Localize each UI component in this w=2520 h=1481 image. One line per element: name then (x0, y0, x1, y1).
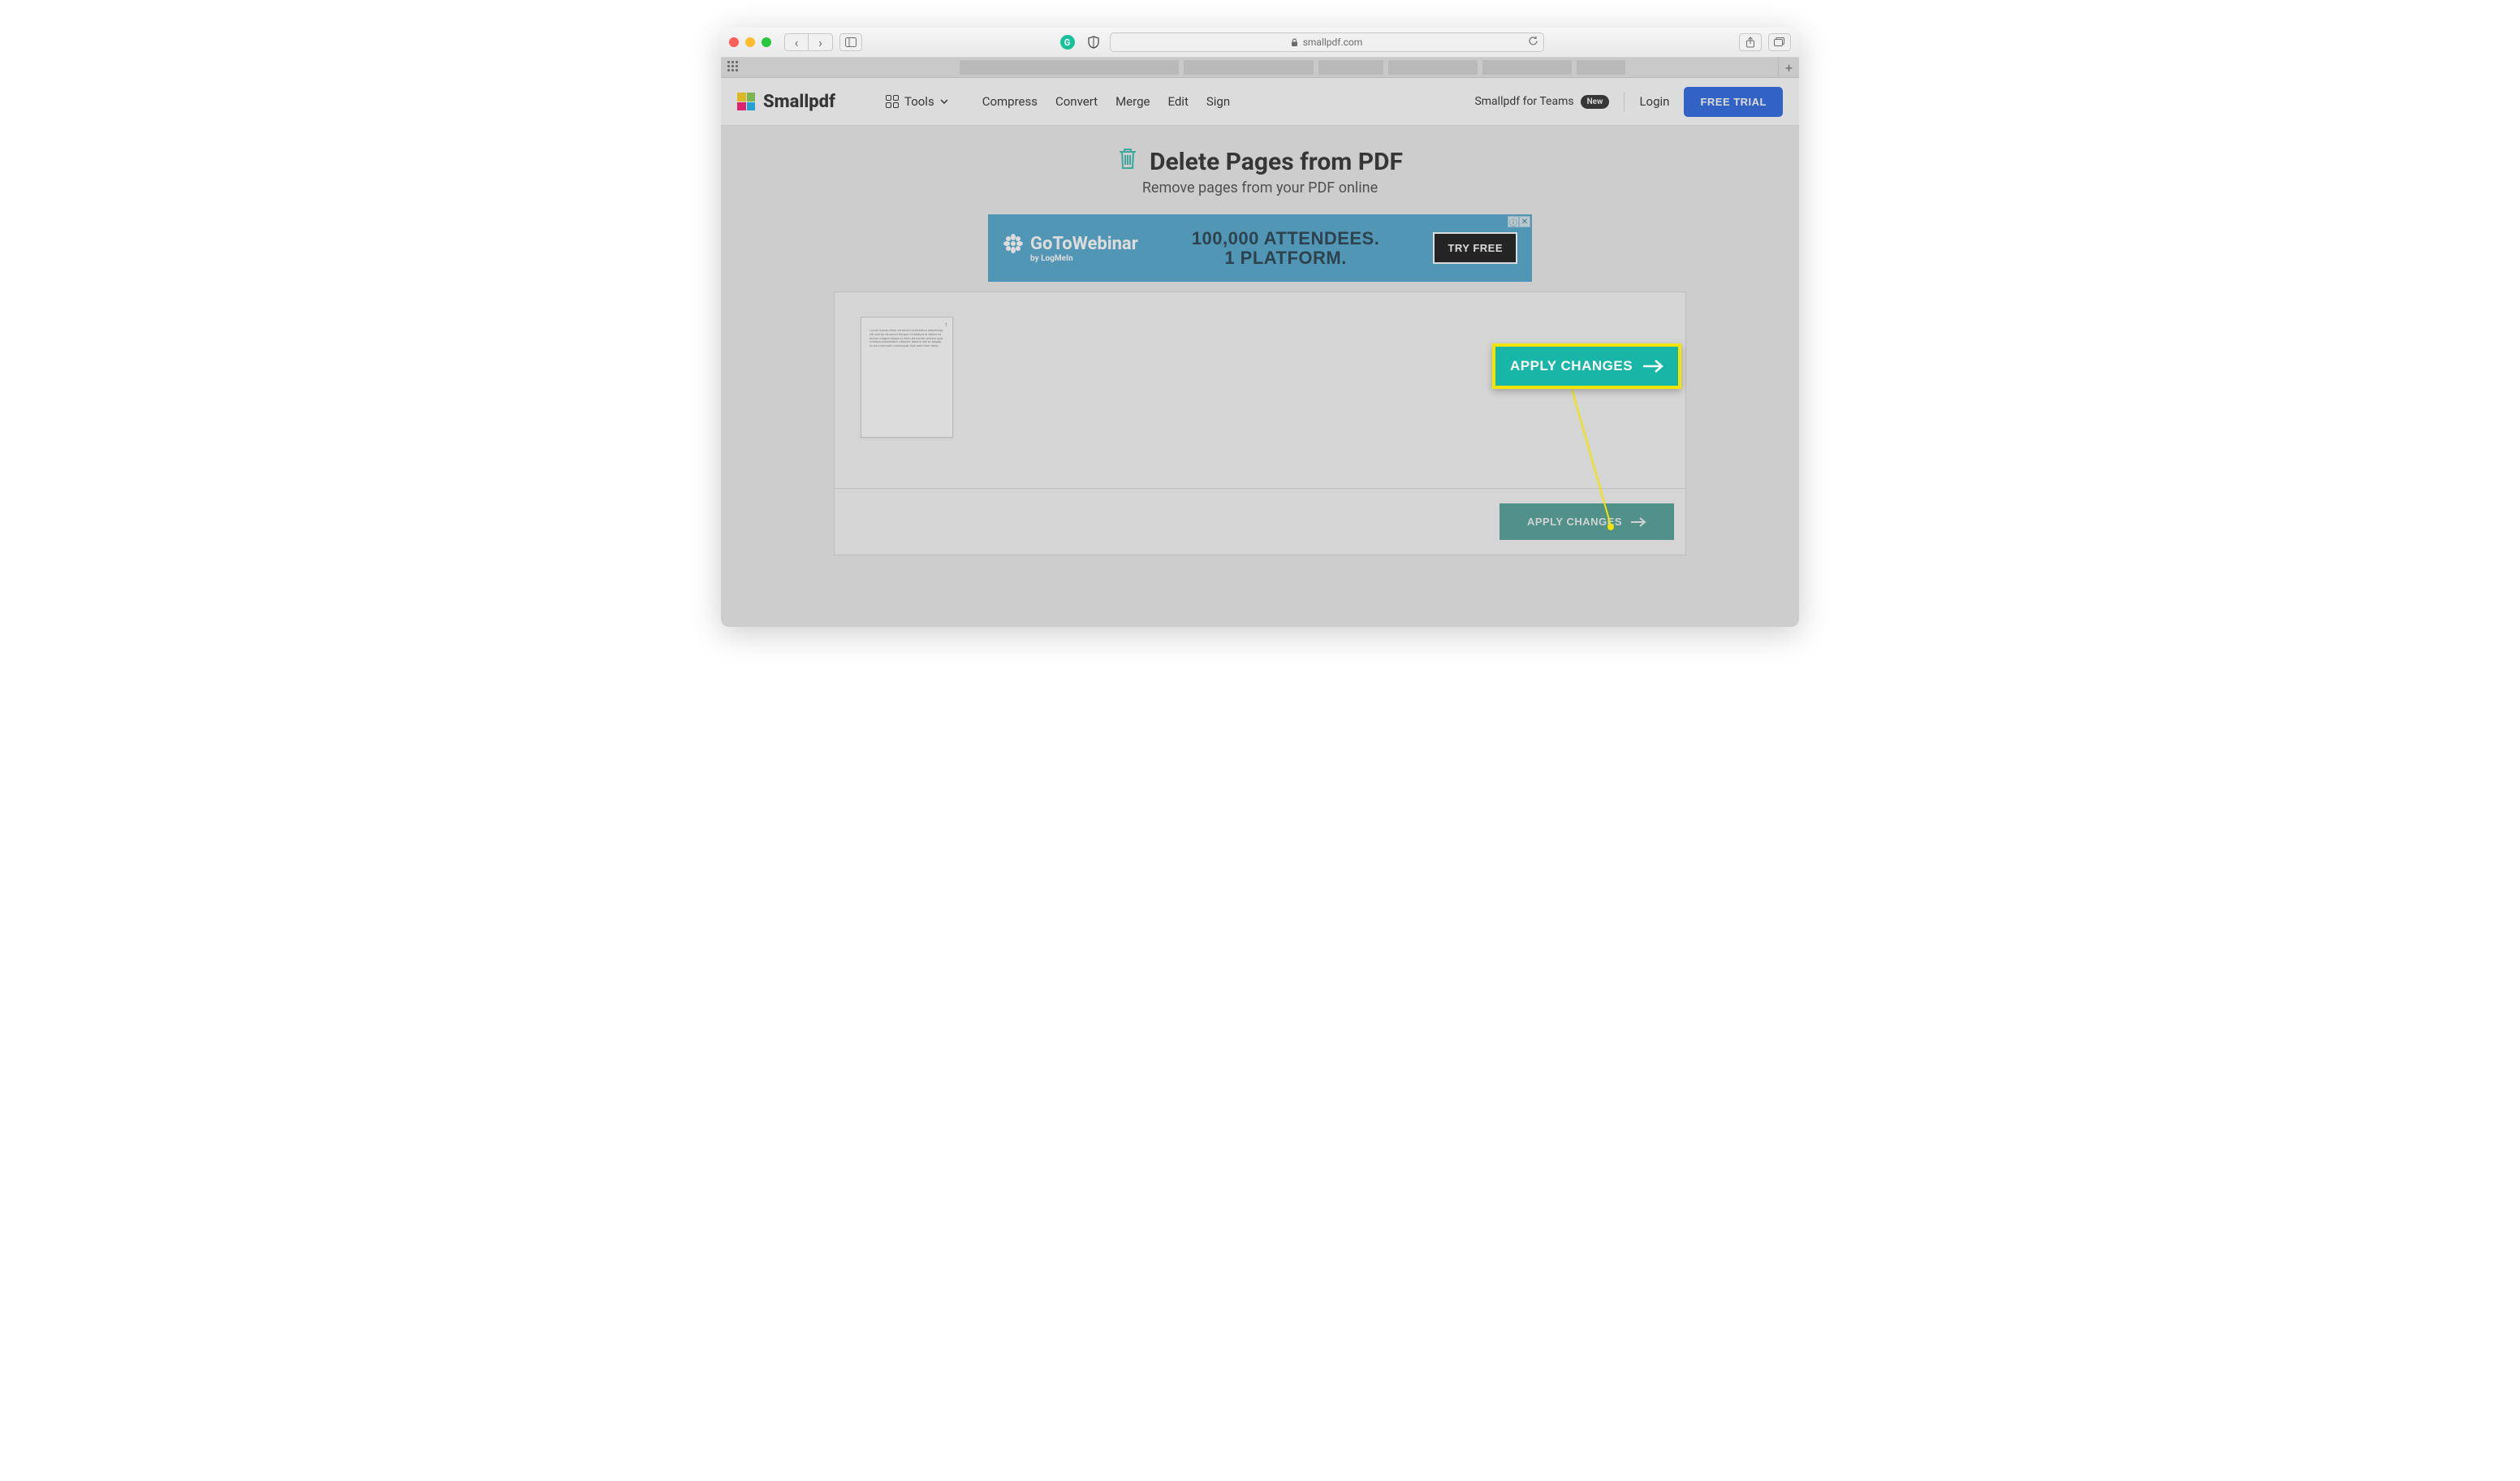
trash-icon (1117, 147, 1138, 176)
sidebar-toggle-button[interactable] (839, 33, 862, 51)
apply-chang+callout-button[interactable]: APPLY CHANGES (1492, 343, 1681, 389)
ad-line2: 1 PLATFORM. (1150, 248, 1422, 267)
background-tab[interactable] (1388, 60, 1478, 75)
reload-icon[interactable] (1528, 36, 1538, 49)
background-tab[interactable] (960, 60, 1179, 75)
safari-window: ‹ › G smallpdf.com (721, 28, 1799, 627)
background-tab[interactable] (1318, 60, 1383, 75)
callout-popup: APPLY CHANGES (1492, 343, 1681, 389)
brand-name: Smallpdf (763, 92, 835, 112)
nav-convert[interactable]: Convert (1055, 94, 1098, 109)
tools-dropdown[interactable]: Tools (886, 94, 948, 109)
lock-icon (1291, 38, 1298, 47)
nav-merge[interactable]: Merge (1115, 94, 1150, 109)
ad-cta-button[interactable]: TRY FREE (1433, 232, 1517, 264)
close-window-button[interactable] (729, 37, 739, 47)
ad-info-icon[interactable]: ⓘ (1508, 216, 1519, 227)
ad-brand-name: GoToWebinar (1030, 234, 1138, 254)
grid-icon (886, 95, 899, 108)
nav-edit[interactable]: Edit (1167, 94, 1188, 109)
chevron-down-icon (940, 99, 948, 104)
tools-label: Tools (904, 94, 934, 109)
page-thumbnail[interactable]: 1 Lorem ipsum dolor sit amet consectetur… (861, 317, 953, 438)
grammarly-extension-icon[interactable]: G (1058, 32, 1077, 52)
apply-changes-button[interactable]: APPLY CHANGES (1499, 503, 1674, 540)
login-link[interactable]: Login (1639, 94, 1669, 109)
callout-label: APPLY CHANGES (1510, 358, 1633, 374)
teams-label: Smallpdf for Teams (1474, 95, 1573, 108)
page-title-text: Delete Pages from PDF (1150, 148, 1403, 176)
arrow-right-icon (1642, 359, 1663, 373)
back-button[interactable]: ‹ (784, 33, 809, 51)
new-badge: New (1581, 95, 1610, 109)
editor-toolbar: APPLY CHANGES (835, 488, 1685, 555)
new-tab-button[interactable]: + (1778, 58, 1799, 78)
tab-strip: + (721, 58, 1799, 78)
page-number: 1 (945, 322, 947, 328)
ad-close-icon[interactable]: ✕ (1519, 216, 1530, 227)
ad-controls: ⓘ ✕ (1508, 216, 1530, 227)
window-controls (729, 37, 771, 47)
site-header: Smallpdf Tools Compress Convert Merge Ed… (721, 78, 1799, 126)
editor-workspace: 1 Lorem ipsum dolor sit amet consectetur… (834, 291, 1686, 555)
logo-mark-icon (737, 93, 755, 110)
brand-logo[interactable]: Smallpdf (737, 92, 835, 112)
ad-brand-byline: by LogMeIn (1030, 254, 1073, 263)
browser-titlebar: ‹ › G smallpdf.com (721, 28, 1799, 58)
thumbnail-text-preview: Lorem ipsum dolor sit amet consectetur a… (869, 329, 944, 348)
forward-button[interactable]: › (809, 33, 833, 51)
address-bar[interactable]: smallpdf.com (1110, 32, 1544, 52)
url-text: smallpdf.com (1303, 37, 1363, 48)
nav-compress[interactable]: Compress (982, 94, 1038, 109)
arrow-right-icon (1630, 516, 1646, 528)
divider (1624, 92, 1625, 111)
ad-line1: 100,000 ATTENDEES. (1150, 229, 1422, 248)
ad-banner[interactable]: GoToWebinar by LogMeIn 100,000 ATTENDEES… (988, 214, 1532, 282)
free-trial-button[interactable]: FREE TRIAL (1684, 87, 1783, 117)
page-subtitle: Remove pages from your PDF online (721, 179, 1799, 196)
nav-sign[interactable]: Sign (1206, 94, 1230, 109)
maximize-window-button[interactable] (762, 37, 771, 47)
page-canvas[interactable]: 1 Lorem ipsum dolor sit amet consectetur… (835, 292, 1685, 488)
ad-headline: 100,000 ATTENDEES. 1 PLATFORM. (1150, 229, 1422, 266)
page-title: Delete Pages from PDF (721, 147, 1799, 176)
teams-link[interactable]: Smallpdf for Teams New (1474, 95, 1609, 109)
apply-label: APPLY CHANGES (1527, 516, 1622, 528)
minimize-window-button[interactable] (745, 37, 755, 47)
primary-nav: Compress Convert Merge Edit Sign (982, 94, 1230, 109)
background-tab[interactable] (1482, 60, 1572, 75)
tabs-overview-button[interactable] (1768, 33, 1791, 51)
flower-icon (1003, 233, 1024, 254)
background-tab[interactable] (1577, 60, 1625, 75)
share-button[interactable] (1739, 33, 1762, 51)
background-tab[interactable] (1184, 60, 1314, 75)
privacy-shield-icon[interactable] (1084, 32, 1103, 52)
nav-back-forward: ‹ › (784, 33, 833, 51)
tab-grid-icon[interactable] (727, 61, 740, 74)
ad-brand: GoToWebinar by LogMeIn (1003, 233, 1138, 263)
